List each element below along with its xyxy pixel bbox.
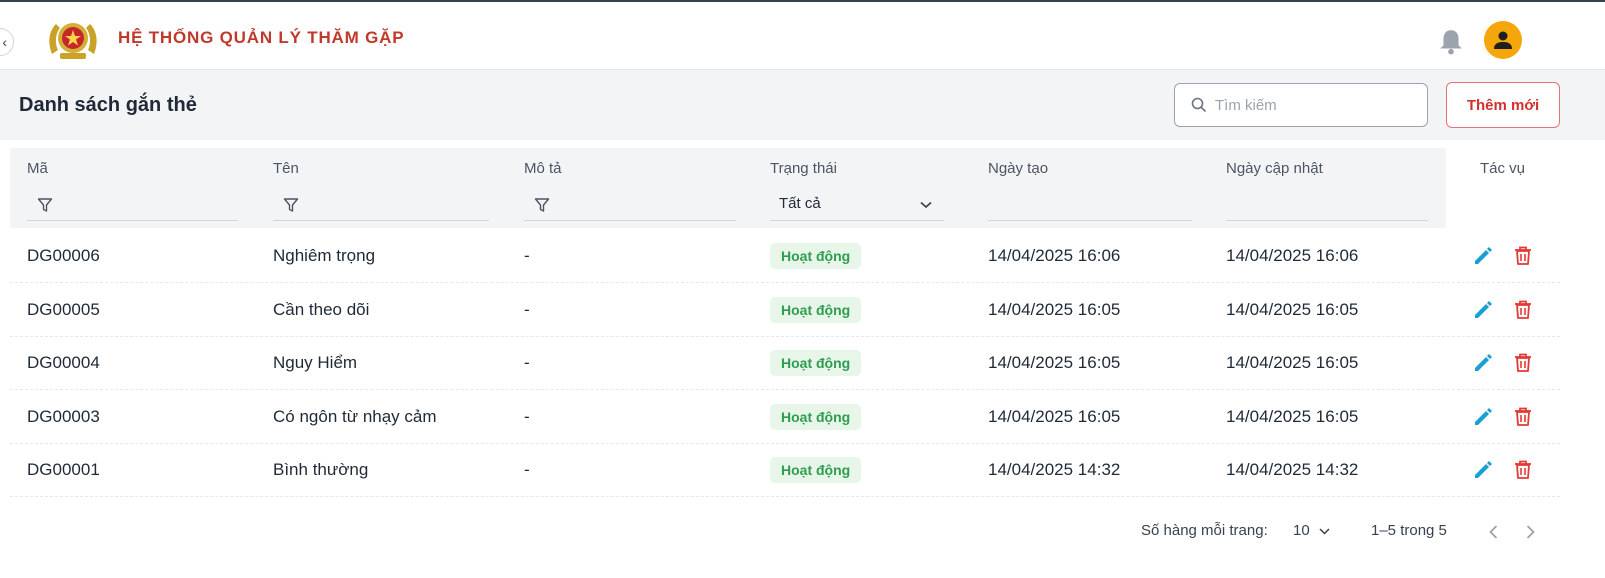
table-header: Mã Tên Mô tả Trạng thái Ngày tạo Ngày cậ… [10, 148, 1446, 228]
created-filter-field[interactable] [988, 192, 1192, 221]
page-header: Danh sách gắn thẻ Thêm mới [0, 70, 1605, 140]
chevron-down-icon [1319, 528, 1330, 535]
updated-filter-field[interactable] [1226, 192, 1428, 221]
table-row: DG00001 Bình thường - 14/04/2025 14:32 14/04… [10, 443, 1560, 498]
filter-icon [283, 198, 299, 212]
status-badge: Hoạt động [770, 403, 862, 430]
cell-updated: 14/04/2025 14:32 [1226, 460, 1359, 480]
pencil-icon[interactable] [1472, 244, 1494, 266]
pagination-range: 1–5 trong 5 [1371, 522, 1447, 539]
page-title: Danh sách gắn thẻ [19, 94, 197, 116]
cell-description: - [524, 460, 530, 480]
pencil-icon[interactable] [1472, 351, 1494, 373]
cell-updated: 14/04/2025 16:06 [1226, 246, 1359, 265]
code-filter-field[interactable] [27, 192, 238, 221]
cell-code: DG00003 [27, 406, 100, 426]
cell-created: 14/04/2025 16:05 [988, 353, 1121, 373]
previous-page-icon[interactable] [1483, 521, 1505, 543]
app-title: HỆ THỐNG QUẢN LÝ THĂM GẶP [118, 28, 405, 47]
table-row: DG00006 Nghiêm trọng - 14/04/2025 16:06 14/0… [10, 229, 1560, 283]
add-new-button[interactable]: Thêm mới [1446, 82, 1560, 128]
column-header-created[interactable]: Ngày tạo [988, 160, 1048, 177]
cell-created: 14/04/2025 16:06 [988, 246, 1121, 265]
description-filter-field[interactable] [524, 192, 736, 221]
status-badge: Hoạt động [770, 457, 862, 484]
police-emblem-logo [49, 23, 97, 59]
rows-per-page-label: Số hàng mỗi trang: [1141, 522, 1268, 539]
column-header-status[interactable]: Trạng thái [770, 160, 837, 177]
pencil-icon[interactable] [1472, 298, 1494, 320]
collapse-sidebar-button[interactable]: ‹ [0, 28, 14, 56]
cell-description: - [524, 299, 530, 319]
status-badge: Hoạt động [770, 350, 862, 377]
search-box[interactable] [1174, 83, 1428, 127]
cell-name: Nghiêm trọng [273, 246, 376, 265]
table-row: DG00004 Nguy Hiểm - 14/04/2025 16:05 14/04/2… [10, 336, 1560, 391]
cell-description: - [524, 246, 530, 265]
search-icon [1191, 97, 1207, 113]
column-header-name[interactable]: Tên [273, 160, 299, 177]
cell-name: Cần theo dõi [273, 299, 370, 319]
trash-icon[interactable] [1512, 351, 1534, 373]
cell-description: - [524, 353, 530, 373]
name-filter-field[interactable] [273, 192, 489, 221]
cell-created: 14/04/2025 14:32 [988, 460, 1121, 480]
cell-updated: 14/04/2025 16:05 [1226, 299, 1359, 319]
cell-description: - [524, 406, 530, 426]
column-header-actions: Tác vụ [1480, 160, 1526, 177]
top-bar: ‹ HỆ THỐNG QUẢN LÝ THĂM GẶP [0, 4, 1605, 70]
cell-created: 14/04/2025 16:05 [988, 299, 1121, 319]
cell-created: 14/04/2025 16:05 [988, 406, 1121, 426]
cell-updated: 14/04/2025 16:05 [1226, 353, 1359, 373]
filter-icon [37, 198, 53, 212]
rows-per-page-value: 10 [1293, 522, 1310, 539]
filter-icon [534, 198, 550, 212]
pencil-icon[interactable] [1472, 405, 1494, 427]
cell-code: DG00001 [27, 460, 100, 480]
trash-icon[interactable] [1512, 244, 1534, 266]
user-icon [1494, 31, 1512, 49]
cell-updated: 14/04/2025 16:05 [1226, 406, 1359, 426]
user-avatar[interactable] [1484, 21, 1522, 59]
rows-per-page-select[interactable]: 10 [1293, 522, 1330, 539]
column-header-code[interactable]: Mã [27, 160, 48, 177]
cell-code: DG00004 [27, 353, 100, 373]
chevron-down-icon [920, 201, 932, 209]
column-header-description[interactable]: Mô tả [524, 160, 562, 177]
trash-icon[interactable] [1512, 405, 1534, 427]
pencil-icon[interactable] [1472, 458, 1494, 480]
trash-icon[interactable] [1512, 458, 1534, 480]
status-filter-value: Tất cả [779, 195, 821, 212]
table-row: DG00003 Có ngôn từ nhạy cảm - 14/04/2025 16… [10, 390, 1560, 444]
status-badge: Hoạt động [770, 243, 862, 269]
cell-code: DG00005 [27, 299, 100, 319]
status-filter-select[interactable]: Tất cả [770, 190, 944, 221]
notification-bell-icon[interactable] [1438, 28, 1464, 56]
cell-name: Có ngôn từ nhạy cảm [273, 406, 437, 426]
search-input[interactable] [1215, 93, 1415, 117]
chevron-left-icon: ‹ [2, 34, 7, 50]
table-row: DG00005 Cần theo dõi - 14/04/2025 16:05 14/0… [10, 283, 1560, 337]
cell-name: Nguy Hiểm [273, 353, 358, 373]
cell-name: Bình thường [273, 460, 369, 480]
next-page-icon[interactable] [1519, 521, 1541, 543]
trash-icon[interactable] [1512, 298, 1534, 320]
cell-code: DG00006 [27, 246, 100, 265]
column-header-updated[interactable]: Ngày cập nhật [1226, 160, 1323, 177]
status-badge: Hoạt động [770, 296, 862, 323]
